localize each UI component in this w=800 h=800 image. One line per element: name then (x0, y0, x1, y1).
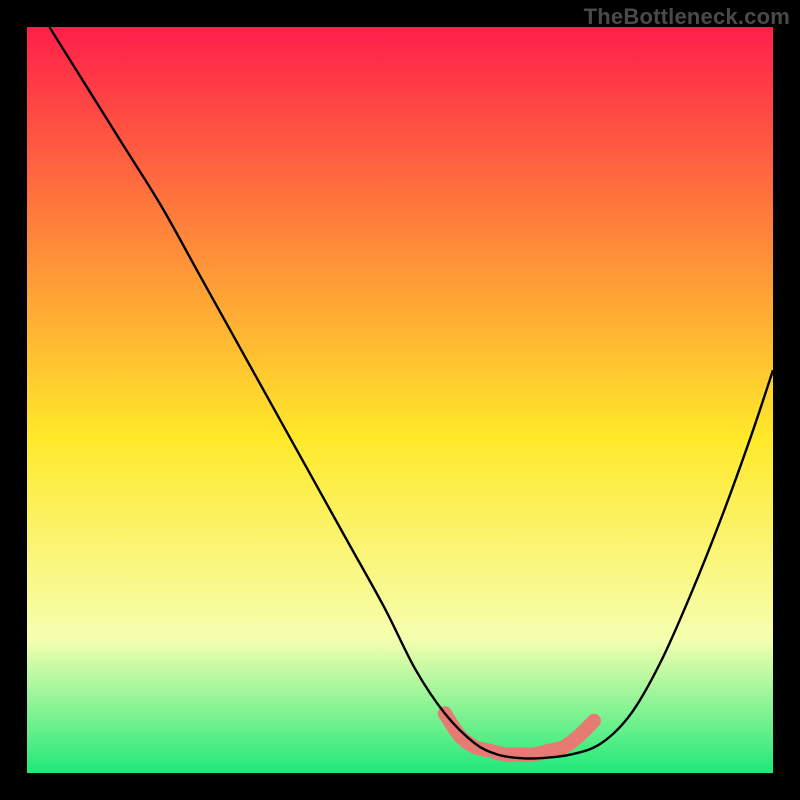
frame: TheBottleneck.com (0, 0, 800, 800)
watermark-text: TheBottleneck.com (584, 4, 790, 30)
bottleneck-chart (27, 27, 773, 773)
chart-area (27, 27, 773, 773)
